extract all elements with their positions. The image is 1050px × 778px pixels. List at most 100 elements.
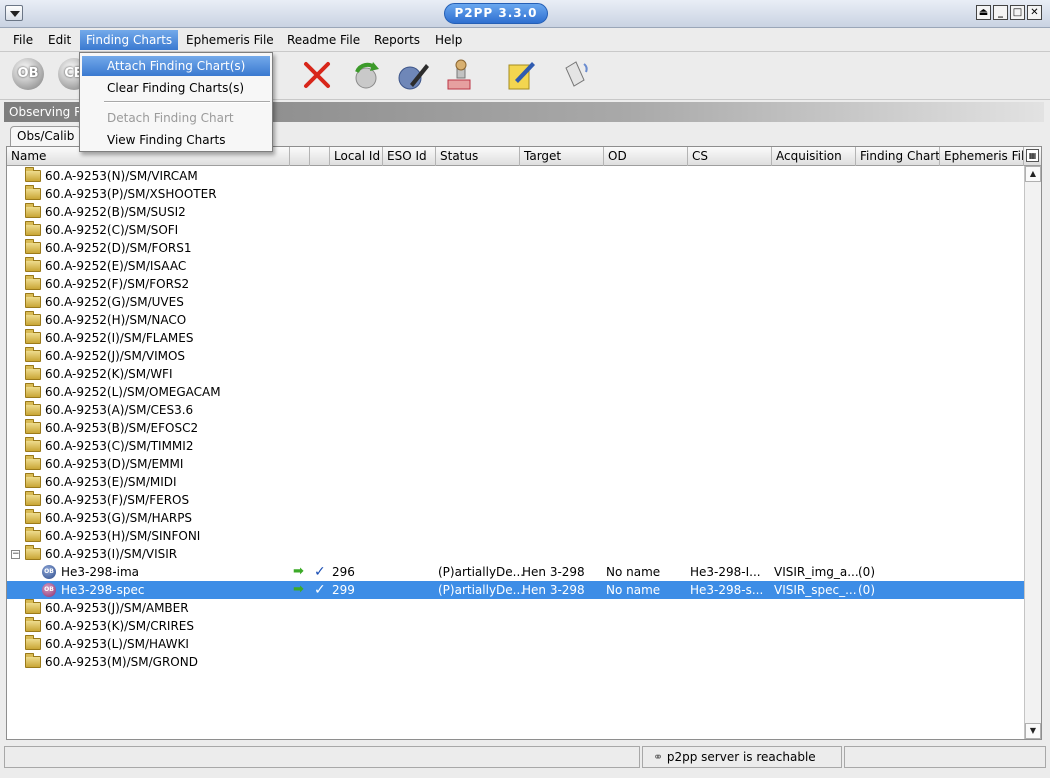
folder-label: 60.A-9252(E)/SM/ISAAC (45, 259, 187, 273)
folder-label: 60.A-9253(H)/SM/SINFONI (45, 529, 201, 543)
note-button[interactable] (504, 58, 538, 92)
stamp-button[interactable] (444, 58, 478, 92)
ob-status: (P)artiallyDe... (438, 583, 525, 597)
ob-status: (P)artiallyDe... (438, 565, 525, 579)
menu-view-finding-charts[interactable]: View Finding Charts (82, 130, 270, 150)
shade-icon[interactable]: ⏏ (976, 5, 991, 20)
folder-row[interactable]: 60.A-9253(M)/SM/GROND (7, 653, 1024, 671)
menu-item-label: Clear Finding Charts(s) (107, 81, 244, 95)
column-header-target[interactable]: Target (520, 147, 604, 166)
column-header-cs[interactable]: CS (688, 147, 772, 166)
ob-tree-table: Name Local Id ESO Id Status Target OD CS… (6, 146, 1042, 740)
window-menu-button[interactable] (5, 5, 23, 21)
folder-row[interactable]: − 60.A-9253(I)/SM/VISIR (7, 545, 1024, 563)
folder-label: 60.A-9252(G)/SM/UVES (45, 295, 184, 309)
folder-row[interactable]: 60.A-9253(J)/SM/AMBER (7, 599, 1024, 617)
folder-row[interactable]: 60.A-9252(K)/SM/WFI (7, 365, 1024, 383)
folder-label: 60.A-9253(P)/SM/XSHOOTER (45, 187, 217, 201)
folder-row[interactable]: 60.A-9253(L)/SM/HAWKI (7, 635, 1024, 653)
menu-separator (104, 101, 270, 103)
folder-row[interactable]: 60.A-9253(D)/SM/EMMI (7, 455, 1024, 473)
menu-edit[interactable]: Edit (42, 30, 77, 50)
menu-help[interactable]: Help (429, 30, 468, 50)
folder-label: 60.A-9253(A)/SM/CES3.6 (45, 403, 194, 417)
folder-label: 60.A-9253(M)/SM/GROND (45, 655, 198, 669)
ob-row[interactable]: OB He3-298-spec ➡ ✓ 299 (P)artiallyDe... Hen 3… (7, 581, 1024, 599)
scroll-down-icon[interactable]: ▼ (1025, 723, 1041, 739)
menu-detach-finding-chart: Detach Finding Chart (82, 108, 270, 128)
ob-row[interactable]: OB He3-298-ima ➡ ✓ 296 (P)artiallyDe... Hen 3-… (7, 563, 1024, 581)
folder-row[interactable]: 60.A-9252(F)/SM/FORS2 (7, 275, 1024, 293)
column-header-od[interactable]: OD (604, 147, 688, 166)
edit-ob-button[interactable] (396, 58, 430, 92)
menu-clear-finding-charts[interactable]: Clear Finding Charts(s) (82, 78, 270, 98)
collapse-icon[interactable]: − (11, 550, 20, 559)
folder-row[interactable]: 60.A-9253(H)/SM/SINFONI (7, 527, 1024, 545)
folder-row[interactable]: 60.A-9252(I)/SM/FLAMES (7, 329, 1024, 347)
folder-row[interactable]: 60.A-9253(B)/SM/EFOSC2 (7, 419, 1024, 437)
column-header-finding-charts[interactable]: Finding Charts (856, 147, 940, 166)
folder-row[interactable]: 60.A-9252(H)/SM/NACO (7, 311, 1024, 329)
scroll-up-icon[interactable]: ▲ (1025, 166, 1041, 182)
ob-finding-charts: (0) (858, 565, 875, 579)
folder-row[interactable]: 60.A-9252(D)/SM/FORS1 (7, 239, 1024, 257)
menu-ephemeris-file[interactable]: Ephemeris File (180, 30, 280, 50)
folder-icon (25, 383, 41, 398)
folder-row[interactable]: 60.A-9253(G)/SM/HARPS (7, 509, 1024, 527)
column-chooser-icon[interactable]: ▦ (1026, 149, 1039, 162)
column-header-local-id[interactable]: Local Id (330, 147, 383, 166)
folder-label: 60.A-9253(D)/SM/EMMI (45, 457, 184, 471)
folder-row[interactable]: 60.A-9253(P)/SM/XSHOOTER (7, 185, 1024, 203)
menu-file[interactable]: File (7, 30, 39, 50)
column-header-blank-1[interactable] (290, 147, 310, 166)
folder-label: 60.A-9252(K)/SM/WFI (45, 367, 173, 381)
vertical-scrollbar[interactable]: ▲ ▼ (1024, 166, 1041, 739)
status-bar: ⚭ p2pp server is reachable (0, 744, 1050, 778)
folder-label: 60.A-9253(C)/SM/TIMMI2 (45, 439, 194, 453)
folder-row[interactable]: 60.A-9253(F)/SM/FEROS (7, 491, 1024, 509)
column-header-acquisition[interactable]: Acquisition (772, 147, 856, 166)
folder-row[interactable]: 60.A-9252(L)/SM/OMEGACAM (7, 383, 1024, 401)
maximize-icon[interactable]: □ (1010, 5, 1025, 20)
column-header-ephemeris-file[interactable]: Ephemeris File (940, 147, 1024, 166)
folder-row[interactable]: 60.A-9253(A)/SM/CES3.6 (7, 401, 1024, 419)
red-x-icon (304, 62, 330, 88)
menu-attach-finding-charts[interactable]: Attach Finding Chart(s) (82, 56, 270, 76)
menu-label: Edit (48, 33, 72, 47)
folder-row[interactable]: 60.A-9253(N)/SM/VIRCAM (7, 167, 1024, 185)
folder-row[interactable]: 60.A-9252(E)/SM/ISAAC (7, 257, 1024, 275)
folder-row[interactable]: 60.A-9252(B)/SM/SUSI2 (7, 203, 1024, 221)
delete-button[interactable] (300, 58, 334, 92)
menu-item-label: Attach Finding Chart(s) (107, 59, 246, 73)
folder-label: 60.A-9253(L)/SM/HAWKI (45, 637, 189, 651)
tab-obs-calib[interactable]: Obs/Calib (10, 126, 82, 146)
folder-row[interactable]: 60.A-9252(J)/SM/VIMOS (7, 347, 1024, 365)
folder-row[interactable]: 60.A-9253(C)/SM/TIMMI2 (7, 437, 1024, 455)
ob-acquisition: VISIR_spec_... (774, 583, 857, 597)
folder-row[interactable]: 60.A-9252(G)/SM/UVES (7, 293, 1024, 311)
window-title: P2PP 3.3.0 (444, 3, 548, 24)
ob-button[interactable]: OB (12, 58, 46, 92)
menu-label: Ephemeris File (186, 33, 274, 47)
folder-icon (25, 617, 41, 632)
close-icon[interactable]: ✕ (1027, 5, 1042, 20)
folder-label: 60.A-9252(D)/SM/FORS1 (45, 241, 192, 255)
refresh-button[interactable] (348, 58, 382, 92)
folder-row[interactable]: 60.A-9253(K)/SM/CRIRES (7, 617, 1024, 635)
folder-icon (25, 257, 41, 272)
ob-target: Hen 3-298 (522, 583, 585, 597)
column-header-eso-id[interactable]: ESO Id (383, 147, 436, 166)
menu-label: Finding Charts (86, 33, 173, 47)
menu-readme-file[interactable]: Readme File (281, 30, 366, 50)
ob-pencil-icon (398, 64, 429, 90)
checkmark-icon: ✓ (314, 564, 326, 580)
menu-finding-charts[interactable]: Finding Charts (80, 30, 179, 50)
menu-reports[interactable]: Reports (368, 30, 426, 50)
column-header-status[interactable]: Status (436, 147, 520, 166)
folder-row[interactable]: 60.A-9253(E)/SM/MIDI (7, 473, 1024, 491)
check-in-button[interactable] (558, 58, 592, 92)
folder-row[interactable]: 60.A-9252(C)/SM/SOFI (7, 221, 1024, 239)
menu-item-label: Detach Finding Chart (107, 111, 234, 125)
column-header-blank-2[interactable] (310, 147, 330, 166)
minimize-icon[interactable]: _ (993, 5, 1008, 20)
